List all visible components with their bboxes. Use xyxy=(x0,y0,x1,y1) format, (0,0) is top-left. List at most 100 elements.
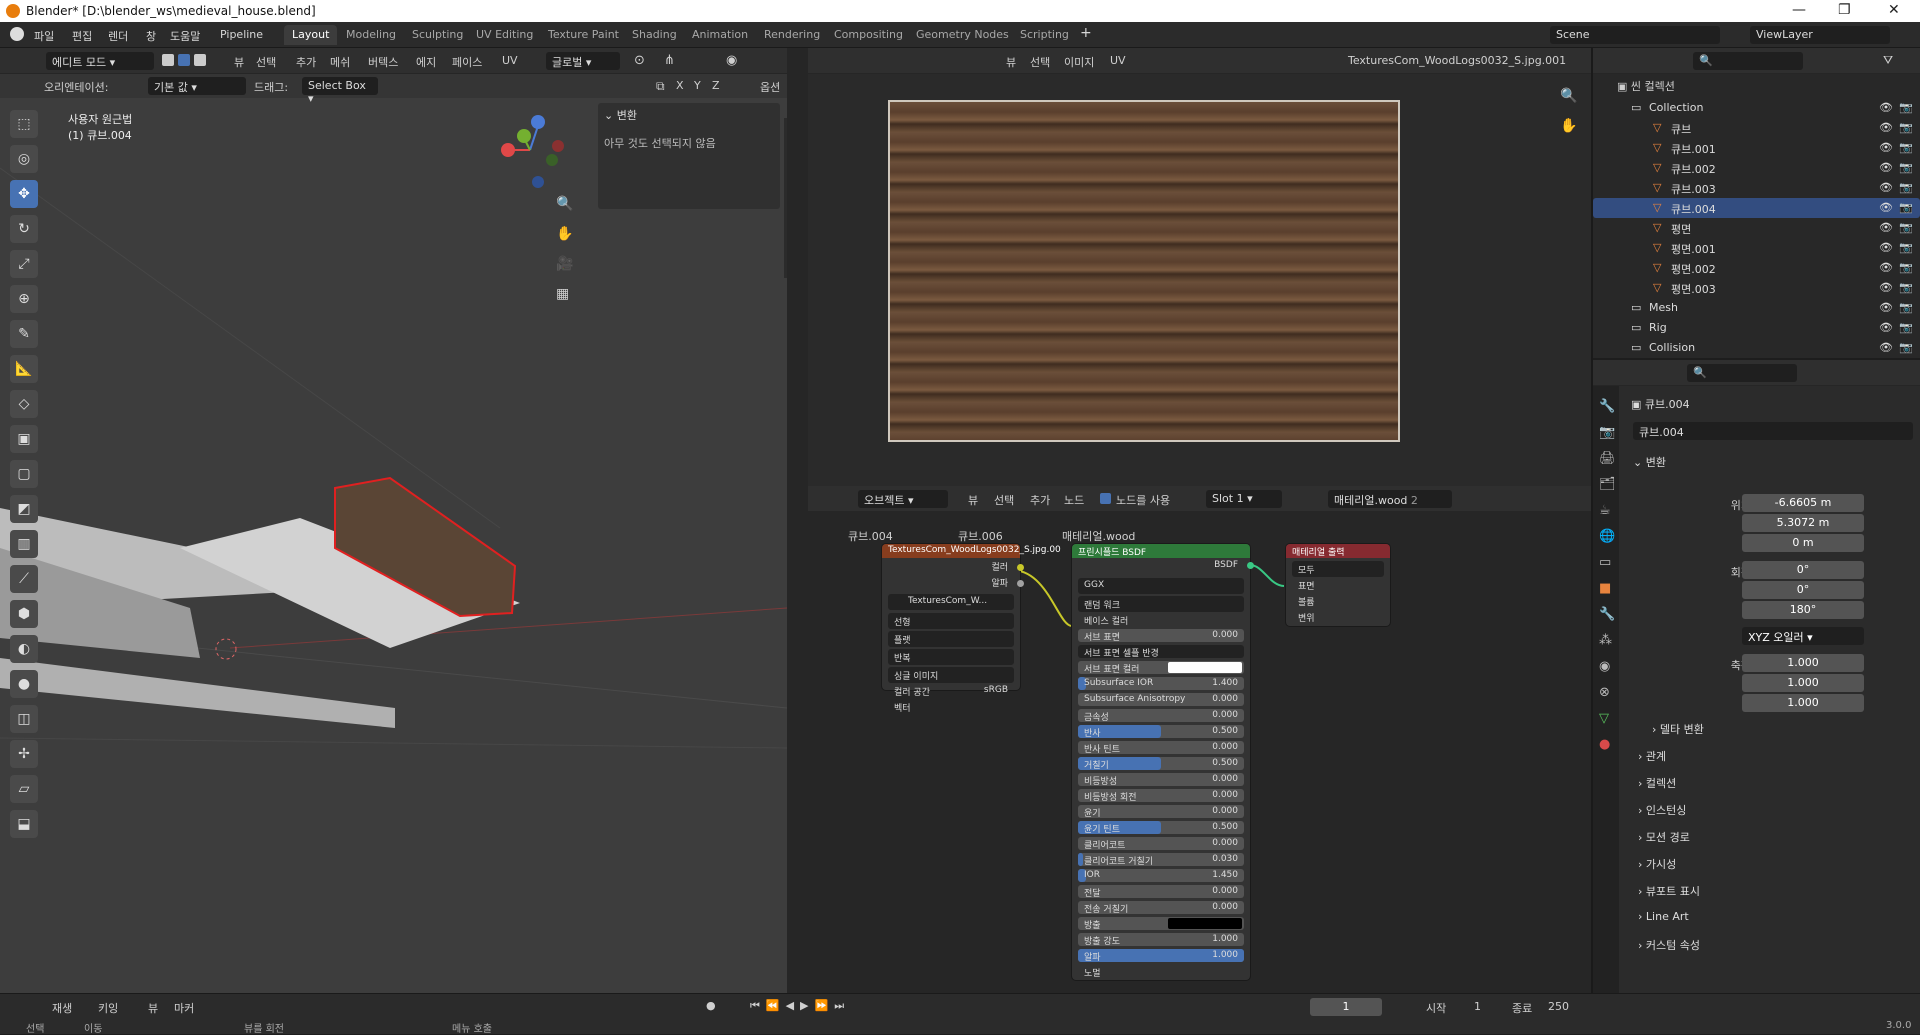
scale-tool-icon[interactable]: ⤢ xyxy=(10,250,38,278)
properties-section-header[interactable]: › Line Art xyxy=(1638,910,1689,923)
tab-sculpting[interactable]: Sculpting xyxy=(404,25,471,45)
img-menu-view[interactable]: 뷰 xyxy=(1006,54,1016,70)
bsdf-input-row[interactable]: 반사 0.500 xyxy=(1078,724,1244,740)
location-x-field[interactable]: -6.6605 m xyxy=(1742,494,1864,512)
timeline-menu-keying[interactable]: 키잉 xyxy=(98,1000,118,1016)
visibility-eye-icon[interactable]: 👁 xyxy=(1879,201,1893,214)
filter-icon[interactable]: ⛛ xyxy=(1883,53,1893,68)
scene-selector[interactable]: Scene xyxy=(1550,26,1720,44)
img-menu-image[interactable]: 이미지 xyxy=(1064,54,1094,70)
bsdf-input-row[interactable]: 서브 표면 컬러 xyxy=(1078,660,1244,676)
poly-build-tool-icon[interactable]: ⬢ xyxy=(10,600,38,628)
physics-tab-icon[interactable]: ◉ xyxy=(1599,654,1619,680)
add-cube-tool-icon[interactable]: ◇ xyxy=(10,390,38,418)
tab-layout[interactable]: Layout xyxy=(284,25,338,45)
properties-section-header[interactable]: › 뷰포트 표시 xyxy=(1638,883,1700,899)
tab-scripting[interactable]: Scripting xyxy=(1012,25,1077,45)
render-camera-icon[interactable]: 📷 xyxy=(1899,261,1913,274)
shear-tool-icon[interactable]: ▱ xyxy=(10,775,38,803)
smooth-tool-icon[interactable]: ● xyxy=(10,670,38,698)
gizmo-neg-y-icon[interactable] xyxy=(546,154,558,166)
visibility-eye-icon[interactable]: 👁 xyxy=(1879,261,1893,274)
alpha-socket[interactable] xyxy=(1017,580,1024,587)
output-tab-icon[interactable]: 🖨 xyxy=(1599,446,1619,472)
visibility-eye-icon[interactable]: 👁 xyxy=(1879,141,1893,154)
bsdf-input-row[interactable]: 윤기 0.000 xyxy=(1078,804,1244,820)
properties-search-input[interactable]: 🔍 xyxy=(1687,364,1797,382)
loop-cut-tool-icon[interactable]: ▥ xyxy=(10,530,38,558)
tab-shading[interactable]: Shading xyxy=(624,25,685,45)
outliner-search-input[interactable]: 🔍 xyxy=(1693,52,1803,70)
inset-tool-icon[interactable]: ▢ xyxy=(10,460,38,488)
bsdf-input-row[interactable]: 금속성 0.000 xyxy=(1078,708,1244,724)
bsdf-input-row[interactable]: 노멀 xyxy=(1078,964,1244,980)
interpolation-select[interactable]: 선형 xyxy=(888,613,1014,629)
annotate-tool-icon[interactable]: ✎ xyxy=(10,320,38,348)
timeline-menu-playback[interactable]: 재생 xyxy=(52,1000,72,1016)
rotation-z-field[interactable]: 180° xyxy=(1742,601,1864,619)
color-swatch[interactable] xyxy=(1168,662,1242,673)
data-tab-icon[interactable]: ▽ xyxy=(1599,706,1619,732)
properties-section-header[interactable]: › 모션 경로 xyxy=(1638,829,1690,845)
collection-tab-icon[interactable]: ▭ xyxy=(1599,550,1619,576)
timeline-menu-view[interactable]: 뷰 xyxy=(148,1000,158,1016)
scale-x-field[interactable]: 1.000 xyxy=(1742,654,1864,672)
visibility-eye-icon[interactable]: 👁 xyxy=(1879,281,1893,294)
bsdf-input-row[interactable]: 전달 0.000 xyxy=(1078,884,1244,900)
zoom-icon[interactable]: 🔍 xyxy=(556,196,573,212)
extension-select[interactable]: 반복 xyxy=(888,649,1014,665)
location-z-field[interactable]: 0 m xyxy=(1742,534,1864,552)
tab-modeling[interactable]: Modeling xyxy=(338,25,404,45)
timeline[interactable]: 재생 키잉 뷰 마커 ● ⏮⏪◀▶⏩⏭ 1 시작 1 종료 250 xyxy=(0,993,1920,1019)
playback-controls[interactable]: ⏮⏪◀▶⏩⏭ xyxy=(750,999,850,1013)
tab-texture-paint[interactable]: Texture Paint xyxy=(540,25,627,45)
visibility-eye-icon[interactable]: 👁 xyxy=(1879,341,1893,354)
world-tab-icon[interactable]: 🌐 xyxy=(1599,524,1619,550)
menu-window[interactable]: 창 xyxy=(146,28,156,44)
close-icon[interactable]: ✕ xyxy=(1888,2,1900,18)
image-texture-node[interactable]: TexturesCom_WoodLogs0032_S.jpg.00 컬러 알파 … xyxy=(882,544,1061,714)
bsdf-input-row[interactable]: 비등방성 0.000 xyxy=(1078,772,1244,788)
color-socket[interactable] xyxy=(1017,564,1024,571)
menu-edit[interactable]: 편집 xyxy=(72,28,92,44)
outliner-item[interactable]: ▭ Mesh 👁 📷 xyxy=(1593,298,1920,318)
render-camera-icon[interactable]: 📷 xyxy=(1899,281,1913,294)
bsdf-input-row[interactable]: 서브 표면 셀플 반경 xyxy=(1078,644,1244,660)
render-camera-icon[interactable]: 📷 xyxy=(1899,221,1913,234)
visibility-eye-icon[interactable]: 👁 xyxy=(1879,221,1893,234)
properties-section-header[interactable]: › 커스텀 속성 xyxy=(1638,937,1700,953)
image-datablock-select[interactable]: TexturesCom_W... xyxy=(888,594,1014,610)
properties-section-header[interactable]: › 관계 xyxy=(1638,748,1666,764)
viewport-3d[interactable]: 에디트 모드 ▾ 뷰 선택 추가 메쉬 버텍스 에지 페이스 UV 글로벌 ▾ … xyxy=(0,48,787,993)
outliner-item[interactable]: ▽ 큐브 👁 📷 xyxy=(1593,118,1920,138)
scene-tab-icon[interactable]: ☕ xyxy=(1599,498,1619,524)
outliner-item[interactable]: ▽ 평면.002 👁 📷 xyxy=(1593,258,1920,278)
render-camera-icon[interactable]: 📷 xyxy=(1899,301,1913,314)
material-tab-icon[interactable]: ● xyxy=(1599,732,1619,758)
subsurface-method-select[interactable]: 랜덤 워크 xyxy=(1078,596,1244,612)
material-output-node[interactable]: 매테리얼 출력 모두 표면 볼륨 변위 xyxy=(1286,544,1390,626)
bsdf-input-row[interactable]: 윤기 틴트 0.500 xyxy=(1078,820,1244,836)
particles-tab-icon[interactable]: ⁂ xyxy=(1599,628,1619,654)
gizmo-x-icon[interactable] xyxy=(501,143,515,157)
bsdf-input-row[interactable]: 방출 xyxy=(1078,916,1244,932)
add-workspace-icon[interactable]: + xyxy=(1080,25,1092,41)
source-select[interactable]: 싱글 이미지 xyxy=(888,667,1014,683)
bsdf-input-field[interactable] xyxy=(1078,917,1244,930)
cursor-tool-icon[interactable]: ◎ xyxy=(10,145,38,173)
tab-compositing[interactable]: Compositing xyxy=(826,25,911,45)
measure-tool-icon[interactable]: 📐 xyxy=(10,355,38,383)
bsdf-input-row[interactable]: 거칠기 0.500 xyxy=(1078,756,1244,772)
menu-pipeline[interactable]: Pipeline xyxy=(220,28,263,41)
transform-panel-header[interactable]: ⌄ 변환 xyxy=(1633,454,1666,470)
end-frame-field[interactable]: 250 xyxy=(1548,1000,1569,1013)
object-name-field[interactable]: 큐브.004 xyxy=(1633,422,1913,440)
render-camera-icon[interactable]: 📷 xyxy=(1899,121,1913,134)
3d-cursor-icon[interactable] xyxy=(215,638,237,660)
outliner-item[interactable]: ▽ 큐브.001 👁 📷 xyxy=(1593,138,1920,158)
edge-slide-tool-icon[interactable]: ◫ xyxy=(10,705,38,733)
img-menu-select[interactable]: 선택 xyxy=(1030,54,1050,70)
scale-z-field[interactable]: 1.000 xyxy=(1742,694,1864,712)
render-camera-icon[interactable]: 📷 xyxy=(1899,181,1913,194)
tab-geometry-nodes[interactable]: Geometry Nodes xyxy=(908,25,1017,45)
